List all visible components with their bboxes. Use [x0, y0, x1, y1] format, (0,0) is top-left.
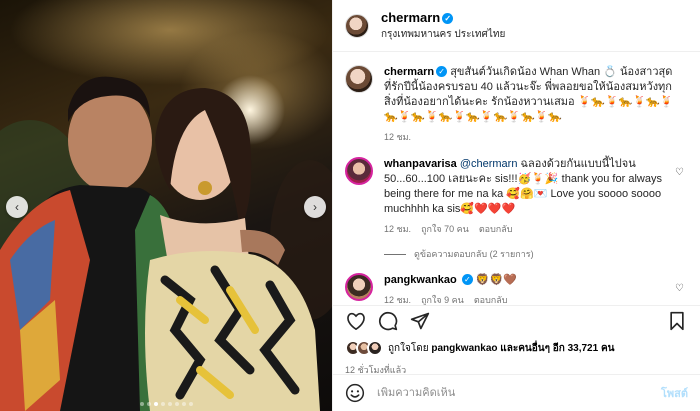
- caption-avatar[interactable]: [345, 65, 373, 93]
- caption: chermarn ✓ สุขสันต์วันเกิดน้อง Whan Whan …: [345, 53, 688, 145]
- carousel-indicator: [0, 402, 332, 406]
- send-paper-plane-icon: [410, 312, 430, 330]
- post-sidebar: chermarn ✓ กรุงเทพมหานคร ประเทศไทย cherma…: [332, 0, 700, 411]
- comments-section: chermarn ✓ สุขสันต์วันเกิดน้อง Whan Whan …: [333, 53, 700, 305]
- comment-like-heart-icon[interactable]: ♡: [675, 167, 684, 178]
- comment-item: pangkwankao ✓ 🦁🦁🤎 12 ชม. ถูกใจ 9 คน ตอบก…: [345, 261, 688, 305]
- comment-reply-button[interactable]: ตอบกลับ: [474, 293, 508, 305]
- carousel-dot: [160, 402, 165, 406]
- heart-icon: [347, 312, 365, 330]
- chevron-right-icon: ›: [313, 200, 317, 214]
- likes-user[interactable]: pangkwankao: [431, 343, 497, 354]
- avatar: [367, 340, 383, 356]
- comment-avatar[interactable]: [345, 157, 373, 185]
- comment-avatar[interactable]: [345, 273, 373, 301]
- post-location[interactable]: กรุงเทพมหานคร ประเทศไทย: [381, 27, 505, 42]
- caption-username[interactable]: chermarn: [384, 66, 434, 78]
- replies-divider: [384, 253, 406, 255]
- comment-item: whanpavarisa @chermarn ฉลองด้วยกันแบบนี้…: [345, 145, 688, 237]
- post-header: chermarn ✓ กรุงเทพมหานคร ประเทศไทย: [333, 0, 700, 52]
- comment-time: 12 ชม.: [384, 295, 412, 305]
- comment-bubble-icon: [378, 311, 398, 331]
- carousel-dot: [146, 402, 151, 406]
- instagram-post: ‹ › chermarn ✓ กรุงเทพมหานคร ประเทศไทย ch…: [0, 0, 700, 411]
- comment-like-heart-icon[interactable]: ♡: [675, 283, 684, 294]
- comment-reply-button[interactable]: ตอบกลับ: [479, 222, 513, 237]
- add-comment-input[interactable]: [377, 387, 661, 399]
- save-button[interactable]: [666, 310, 688, 332]
- share-button[interactable]: [409, 310, 431, 332]
- comment-likes[interactable]: ถูกใจ 9 คน: [421, 293, 464, 305]
- likes-count[interactable]: และคนอื่นๆ อีก 33,721 คน: [498, 343, 614, 354]
- comment-mention[interactable]: @chermarn: [460, 158, 518, 170]
- add-comment-bar: โพสต์: [333, 374, 700, 411]
- post-photo[interactable]: ‹ ›: [0, 0, 332, 411]
- carousel-dot: [181, 402, 186, 406]
- comment-username[interactable]: pangkwankao: [384, 274, 457, 286]
- view-replies-label: ดูข้อความตอบกลับ (2 รายการ): [414, 249, 534, 259]
- carousel-dot: [167, 402, 172, 406]
- carousel-prev-button[interactable]: ‹: [6, 196, 28, 218]
- caption-time: 12 ชม.: [384, 132, 412, 142]
- post-actions: ถูกใจโดย pangkwankao และคนอื่นๆ อีก 33,7…: [333, 305, 700, 377]
- comment-likes[interactable]: ถูกใจ 70 คน: [421, 222, 469, 237]
- bookmark-icon: [670, 311, 684, 331]
- carousel-dot: [139, 402, 144, 406]
- owner-avatar[interactable]: [345, 13, 369, 38]
- like-button[interactable]: [345, 310, 367, 332]
- comment-button[interactable]: [377, 310, 399, 332]
- chevron-left-icon: ‹: [15, 200, 19, 214]
- verified-badge-icon: ✓: [461, 274, 473, 285]
- photo-illustration: [0, 0, 332, 411]
- carousel-dot: [188, 402, 193, 406]
- post-comment-button[interactable]: โพสต์: [661, 384, 688, 402]
- comment-text: 🦁🦁🤎: [475, 274, 517, 286]
- emoji-smiley-icon[interactable]: [345, 383, 365, 403]
- likes-summary[interactable]: ถูกใจโดย pangkwankao และคนอื่นๆ อีก 33,7…: [345, 340, 688, 356]
- verified-badge-icon: ✓: [436, 66, 448, 77]
- verified-badge-icon: ✓: [442, 12, 454, 24]
- owner-username[interactable]: chermarn: [381, 10, 440, 25]
- comment-username[interactable]: whanpavarisa: [384, 158, 457, 170]
- carousel-next-button[interactable]: ›: [304, 196, 326, 218]
- view-replies-button[interactable]: ดูข้อความตอบกลับ (2 รายการ): [384, 247, 688, 261]
- liker-avatars: [345, 340, 383, 356]
- comment-time: 12 ชม.: [384, 224, 412, 234]
- carousel-dot: [153, 402, 158, 406]
- likes-prefix: ถูกใจโดย: [388, 342, 432, 354]
- carousel-dot: [174, 402, 179, 406]
